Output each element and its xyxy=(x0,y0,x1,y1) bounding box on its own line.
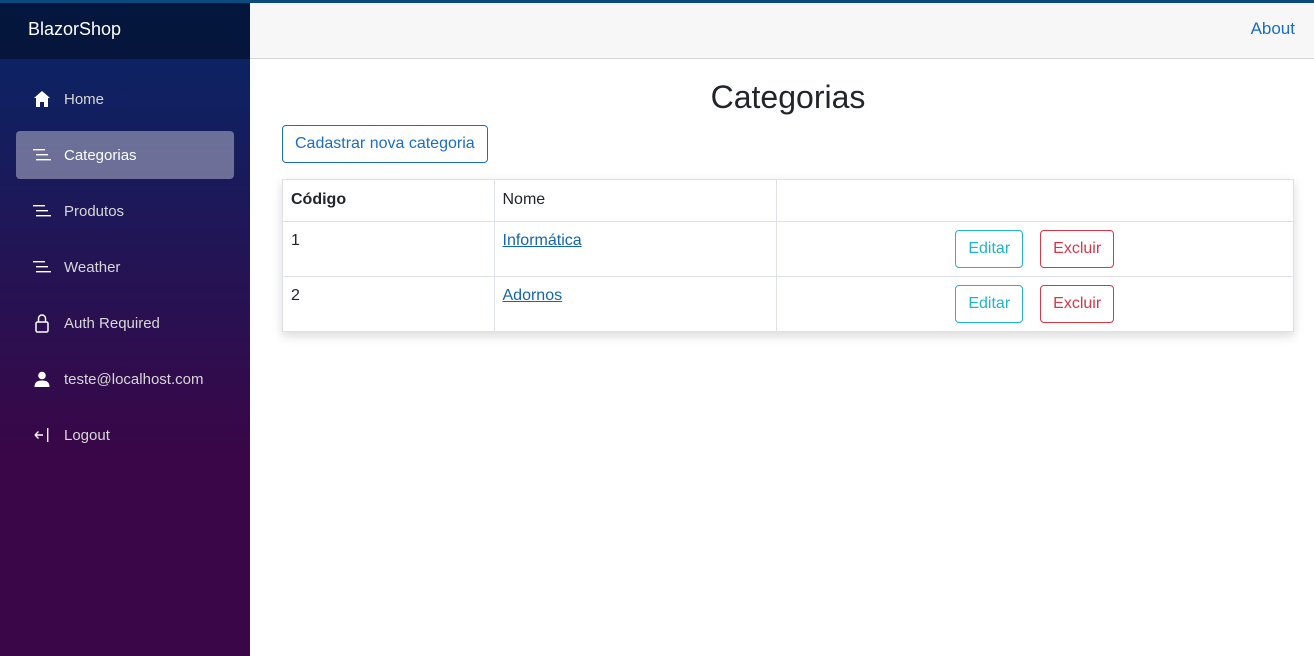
column-header-actions xyxy=(776,180,1293,222)
row-actions: Editar Excluir xyxy=(785,229,1286,268)
table-header-row: Código Nome xyxy=(283,180,1293,222)
categories-table: Código Nome 1 Informática Editar Excluir… xyxy=(283,180,1293,331)
sidebar-item-home[interactable]: Home xyxy=(16,75,234,123)
sidebar-item-label: Categorias xyxy=(64,146,137,164)
logout-icon xyxy=(32,425,52,445)
list-icon xyxy=(32,257,52,277)
cell-actions: Editar Excluir xyxy=(776,276,1293,331)
delete-button[interactable]: Excluir xyxy=(1040,284,1115,323)
cell-name: Adornos xyxy=(494,276,777,331)
main-content: Categorias Cadastrar nova categoria Códi… xyxy=(250,59,1314,656)
page-title: Categorias xyxy=(710,79,866,115)
sidebar-item-categorias[interactable]: Categorias xyxy=(16,131,234,179)
cell-actions: Editar Excluir xyxy=(776,221,1293,277)
sidebar-item-label: Weather xyxy=(64,258,121,276)
brand-link[interactable]: BlazorShop xyxy=(28,19,121,40)
sidebar-item-auth-required[interactable]: Auth Required xyxy=(16,299,234,347)
about-link[interactable]: About xyxy=(1251,19,1295,39)
sidebar-item-label: Home xyxy=(64,90,105,108)
cell-code: 1 xyxy=(283,221,495,277)
list-icon xyxy=(32,145,52,165)
cell-code: 2 xyxy=(283,276,495,331)
column-header-code: Código xyxy=(283,180,495,222)
sidebar-item-label: Produtos xyxy=(64,202,125,220)
table-row: 2 Adornos Editar Excluir xyxy=(283,276,1293,331)
sidebar-item-produtos[interactable]: Produtos xyxy=(16,187,234,235)
sidebar: BlazorShop Home Categorias Produtos Weat… xyxy=(0,0,250,656)
brand-bar: BlazorShop xyxy=(0,0,250,59)
sidebar-item-weather[interactable]: Weather xyxy=(16,243,234,291)
category-name-link[interactable]: Adornos xyxy=(503,287,563,304)
table-row: 1 Informática Editar Excluir xyxy=(283,221,1293,277)
edit-button[interactable]: Editar xyxy=(955,284,1024,323)
app-window: BlazorShop Home Categorias Produtos Weat… xyxy=(0,0,1314,656)
top-accent-line xyxy=(0,0,1314,3)
sidebar-item-label: Auth Required xyxy=(64,314,160,332)
category-name-link[interactable]: Informática xyxy=(503,232,582,249)
sidebar-item-label: teste@localhost.com xyxy=(64,370,204,388)
new-category-button[interactable]: Cadastrar nova categoria xyxy=(282,125,488,163)
lock-icon xyxy=(32,313,52,333)
cell-name: Informática xyxy=(494,221,777,277)
sidebar-nav: Home Categorias Produtos Weather Auth Re… xyxy=(0,59,250,459)
edit-button[interactable]: Editar xyxy=(955,229,1024,268)
categories-table-container: Código Nome 1 Informática Editar Excluir… xyxy=(282,179,1294,332)
top-row: About xyxy=(250,0,1314,59)
column-header-name: Nome xyxy=(494,180,777,222)
sidebar-item-logout[interactable]: Logout xyxy=(16,411,234,459)
sidebar-item-label: Logout xyxy=(64,426,110,444)
sidebar-item-user[interactable]: teste@localhost.com xyxy=(16,355,234,403)
row-actions: Editar Excluir xyxy=(785,284,1286,323)
list-icon xyxy=(32,201,52,221)
home-icon xyxy=(32,89,52,109)
delete-button[interactable]: Excluir xyxy=(1040,229,1115,268)
user-icon xyxy=(32,369,52,389)
